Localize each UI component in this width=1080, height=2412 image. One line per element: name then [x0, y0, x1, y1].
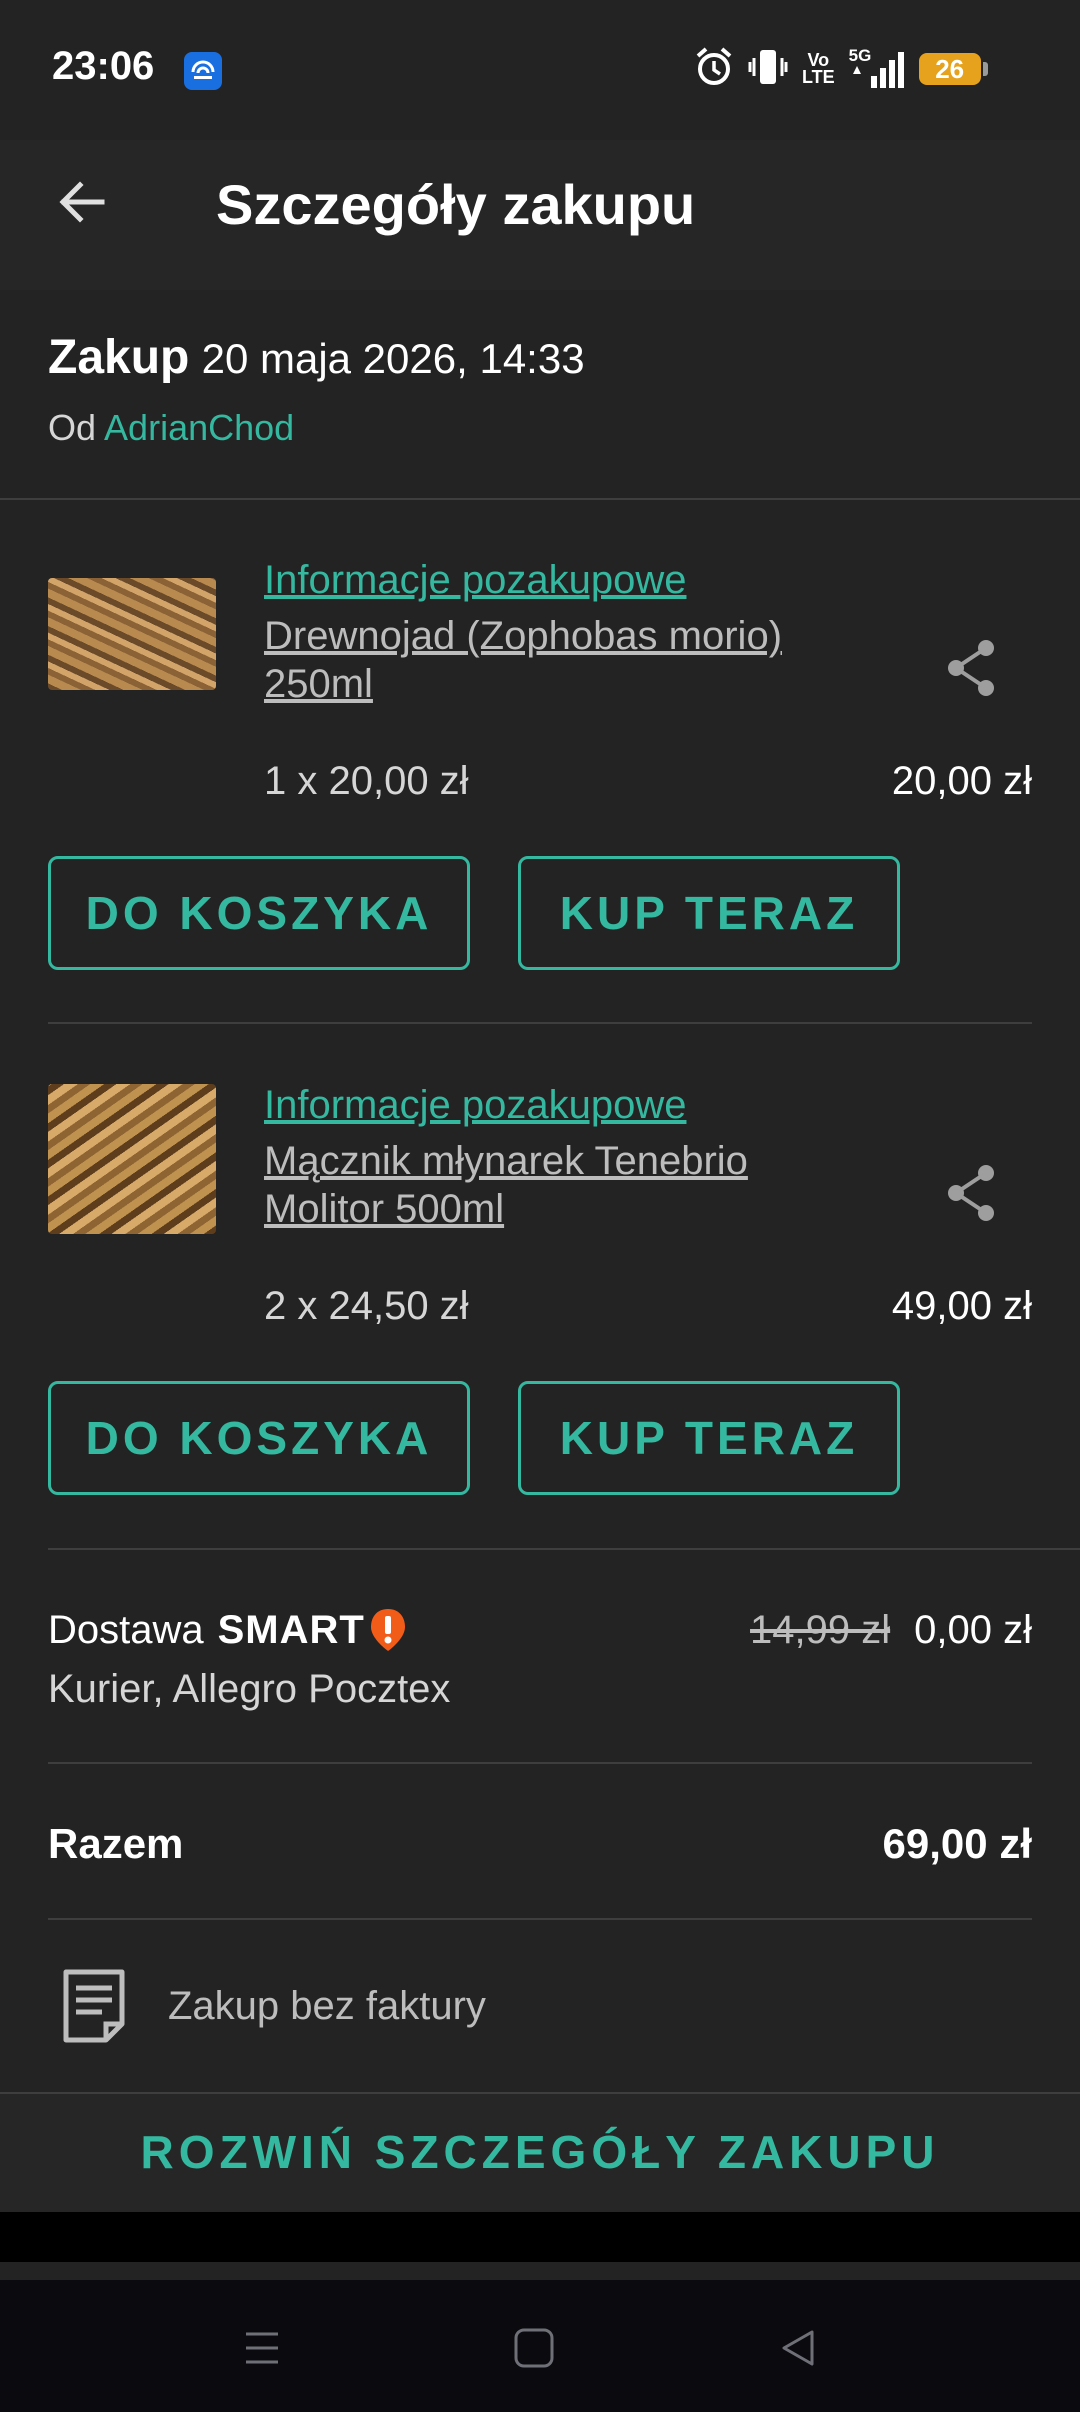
divider [48, 1548, 1080, 1550]
item-total: 20,00 zł [891, 759, 1032, 803]
total-value: 69,00 zł [882, 1820, 1032, 1867]
product-name-line1: Drewnojad (Zophobas morio) [264, 614, 783, 658]
divider [48, 1762, 1032, 1764]
item-quantity: 2 x 24,50 zł [264, 1284, 469, 1328]
post-purchase-info-link[interactable]: Informacje pozakupowe [264, 556, 686, 604]
divider [0, 498, 1080, 500]
seller-link[interactable]: AdrianChod [104, 407, 294, 448]
arrow-left-icon[interactable] [52, 172, 112, 232]
delivery-price: 0,00 zł [914, 1608, 1032, 1652]
product-thumbnail[interactable] [48, 578, 216, 690]
page-title: Szczegóły zakupu [216, 173, 696, 236]
product-thumbnail[interactable] [48, 1084, 216, 1234]
delivery-price-row: 14,99 zł 0,00 zł [750, 1600, 1032, 1669]
volte-icon: Vo LTE [802, 51, 835, 87]
share-icon[interactable] [940, 1161, 1004, 1225]
status-time: 23:06 [52, 44, 155, 88]
from-label: Od [48, 407, 97, 448]
smart-label: SMART [217, 1608, 365, 1652]
delivery-method: Kurier, Allegro Pocztex [48, 1667, 451, 1711]
item-total: 49,00 zł [891, 1284, 1032, 1328]
vibrate-icon [748, 46, 788, 93]
add-to-cart-button[interactable]: DO KOSZYKA [48, 1381, 470, 1495]
purchase-heading: Zakup 20 maja 2026, 14:33 [48, 330, 585, 387]
signal-icon: 5G [849, 46, 905, 90]
delivery-old-price: 14,99 zł [750, 1608, 891, 1652]
document-icon [62, 1968, 126, 2044]
delivery-label: Dostawa [48, 1608, 204, 1652]
buy-now-button[interactable]: KUP TERAZ [518, 856, 900, 970]
smart-logo: SMART [218, 1600, 407, 1660]
divider [48, 1918, 1032, 1920]
product-name-link[interactable]: Drewnojad (Zophobas morio) 250ml [264, 612, 844, 708]
back-nav-icon[interactable] [778, 2326, 818, 2370]
share-icon[interactable] [940, 636, 1004, 700]
seller-line: Od AdrianChod [48, 404, 294, 452]
product-name-line2: 250ml [264, 662, 373, 706]
purchase-label: Zakup [48, 331, 190, 384]
battery-icon: 26 [918, 53, 988, 85]
buy-now-button[interactable]: KUP TERAZ [518, 1381, 900, 1495]
menu-icon[interactable] [242, 2328, 282, 2368]
invoice-status: Zakup bez faktury [168, 1984, 486, 2028]
bottom-strip [0, 2212, 1080, 2262]
product-name-line2: Molitor 500ml [264, 1187, 505, 1231]
purchase-date: 20 maja 2026, 14:33 [201, 335, 585, 382]
status-icons: Vo LTE 5G 26 [694, 46, 988, 93]
home-icon[interactable] [512, 2326, 556, 2370]
volte-bottom: LTE [802, 67, 835, 87]
expand-details-button[interactable]: ROZWIŃ SZCZEGÓŁY ZAKUPU [0, 2122, 1080, 2182]
product-name-line1: Mącznik młynarek Tenebrio [264, 1139, 748, 1183]
delivery-label-row: Dostawa SMART [48, 1600, 407, 1660]
alarm-icon [694, 46, 734, 93]
smart-badge-icon [370, 1609, 405, 1651]
post-purchase-info-link[interactable]: Informacje pozakupowe [264, 1081, 686, 1129]
add-to-cart-button[interactable]: DO KOSZYKA [48, 856, 470, 970]
item-quantity: 1 x 20,00 zł [264, 759, 469, 803]
battery-level: 26 [935, 53, 965, 84]
total-label: Razem [48, 1820, 184, 1867]
divider [48, 1022, 1032, 1024]
product-name-link[interactable]: Mącznik młynarek Tenebrio Molitor 500ml [264, 1137, 844, 1233]
hotspot-icon [184, 52, 222, 90]
